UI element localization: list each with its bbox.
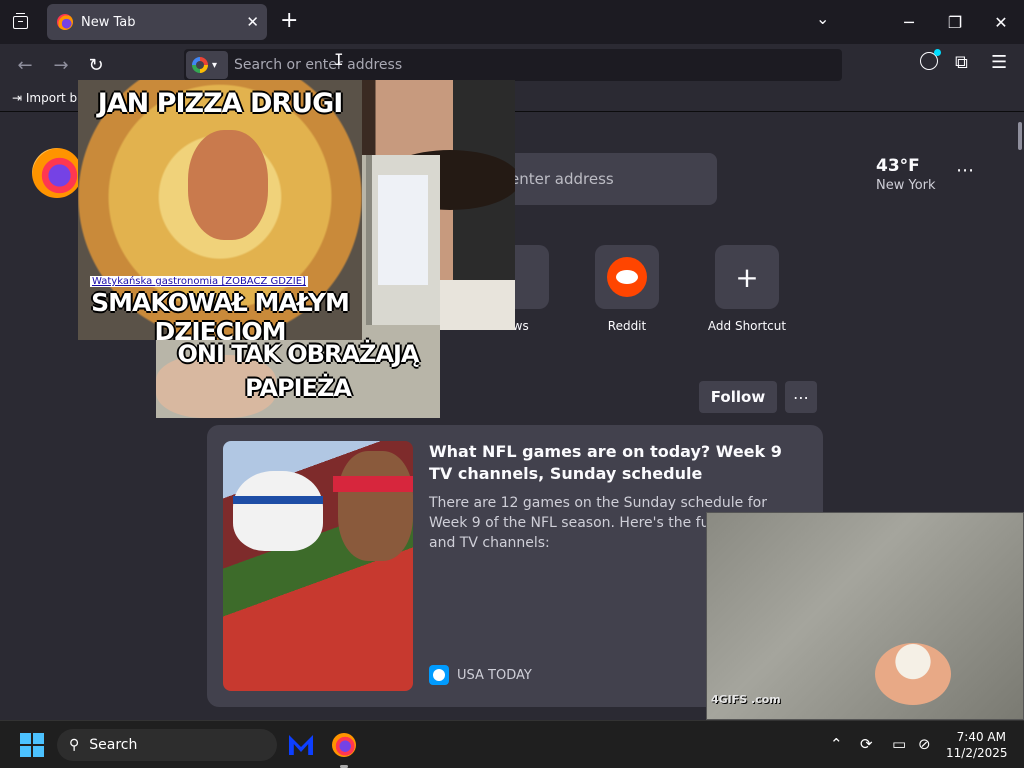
clock-date: 11/2/2025 [946,746,1008,760]
shortcut-label: Reddit [607,319,647,333]
weather-options-icon[interactable]: ⋯ [956,160,974,181]
restore-button[interactable]: ❐ [932,7,978,37]
reddit-icon [607,257,647,297]
story-source-label: USA TODAY [457,667,532,683]
plus-icon: + [735,260,759,294]
import-bookmarks-label: Import b [25,91,78,105]
windows-start-icon[interactable] [20,733,44,757]
import-icon: ⇥ [12,91,23,105]
show-hidden-icons-chevron-icon[interactable]: ⌃ [830,735,843,753]
search-engine-selector[interactable]: ▾ [186,51,228,79]
gif-watermark: 4GIFS .com [711,693,781,706]
more-options-icon[interactable]: ⋯ [785,381,817,413]
firefox-logo-icon [32,148,82,198]
reload-button[interactable]: ↻ [83,52,109,78]
account-button[interactable] [920,49,941,70]
google-icon [192,57,208,73]
taskbar-search[interactable]: ⚲ Search [57,729,277,761]
url-bar[interactable]: ▾ [184,49,842,81]
firefox-taskbar-icon[interactable] [330,731,358,759]
account-icon [920,49,941,70]
clock-time: 7:40 AM [956,730,1006,744]
back-button[interactable]: ← [12,52,38,78]
meme-bottom-text: SMAKOWAŁ MAŁYM DZIECIOM [91,288,350,340]
new-tab-button[interactable]: + [280,9,298,33]
minimize-button[interactable]: ─ [886,7,932,37]
scrollbar[interactable] [1018,122,1022,150]
story-image [223,441,413,691]
pope-head-image [875,643,951,705]
shortcut-reddit[interactable]: Reddit [582,245,672,333]
list-all-tabs-chevron-icon[interactable]: ⌄ [816,9,829,28]
newtab-search-placeholder: enter address [510,170,614,188]
display-icon[interactable]: ▭ [892,735,906,753]
meme-image-pizza: JAN PIZZA DRUGI Watykańska gastronomia [… [78,80,362,340]
weather-temperature: 43°F [876,156,920,176]
chevron-down-icon: ▾ [212,59,218,71]
shortcut-add[interactable]: + Add Shortcut [702,245,792,333]
shortcut-label: Add Shortcut [707,319,787,333]
sync-icon[interactable]: ⟳ [860,735,873,753]
tab-title: New Tab [81,14,136,30]
extensions-icon[interactable]: ⧉ [955,52,968,73]
tab-strip: New Tab ✕ + ⌄ ─ ❐ ✕ [0,0,1024,44]
follow-button[interactable]: Follow [699,381,777,413]
import-bookmarks-button[interactable]: ⇥ Import b [12,91,77,105]
meme-top-text: JAN PIZZA DRUGI [97,88,344,119]
meme-caption: ONI TAK OBRAŻAJĄ PAPIEŻA [177,340,419,402]
address-input[interactable] [234,49,824,81]
forward-button[interactable]: → [48,52,74,78]
taskbar-search-label: Search [89,737,138,753]
weather-city: New York [876,178,936,193]
taskbar: ⚲ Search ⌃ ⟳ ▭ ⊘ 7:40 AM 11/2/2025 [0,720,1024,768]
meme-gif-window: 4GIFS .com [706,512,1024,720]
close-tab-icon[interactable]: ✕ [246,13,259,31]
search-icon: ⚲ [69,737,80,753]
story-title: What NFL games are on today? Week 9 TV c… [429,442,782,483]
meme-link[interactable]: Watykańska gastronomia [ZOBACZ GDZIE] [90,276,308,287]
tab-new-tab[interactable]: New Tab ✕ [47,4,267,40]
malwarebytes-icon[interactable] [287,731,315,759]
menu-icon[interactable]: ☰ [991,52,1007,73]
firefox-favicon-icon [57,14,73,30]
story-source: USA TODAY [429,665,532,685]
close-window-button[interactable]: ✕ [978,7,1024,37]
firefox-view-icon[interactable] [8,10,32,34]
system-clock[interactable]: 7:40 AM 11/2/2025 [946,729,1008,761]
text-cursor-icon: I [334,50,344,69]
weather-widget[interactable]: 43°F New York [876,156,936,193]
network-icon[interactable]: ⊘ [918,735,931,753]
usa-today-icon [429,665,449,685]
